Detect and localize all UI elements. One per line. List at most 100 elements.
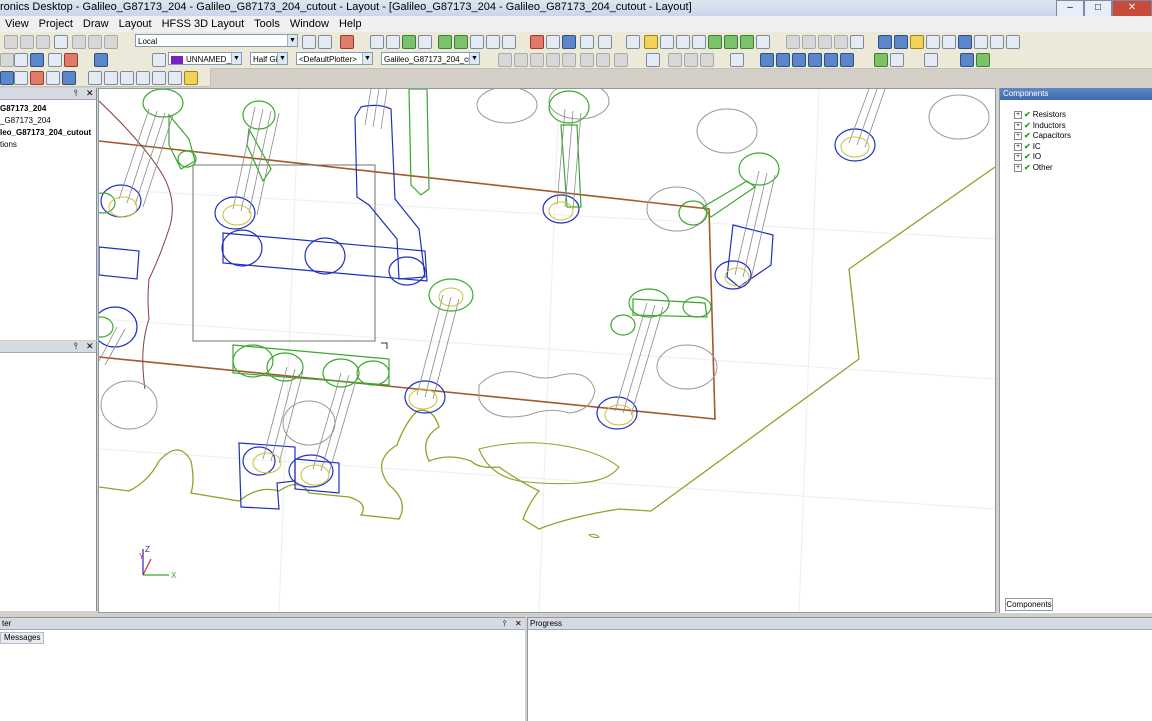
measure-icon[interactable] (340, 35, 354, 49)
net-highlight-icon[interactable] (30, 71, 44, 85)
redo-icon[interactable] (104, 35, 118, 49)
polygon-icon[interactable] (386, 35, 400, 49)
snap-icon[interactable] (94, 53, 108, 67)
intersect-icon[interactable] (614, 53, 628, 67)
paste-icon[interactable] (36, 35, 50, 49)
edit-icon[interactable] (418, 35, 432, 49)
via-place-icon[interactable] (0, 71, 14, 85)
menu-window[interactable]: Window (285, 16, 334, 32)
layer-select[interactable]: UNNAMED_0( ▼ (168, 52, 242, 65)
point-icon[interactable] (136, 71, 150, 85)
wave-icon[interactable] (62, 71, 76, 85)
component-capacitors[interactable]: + ✔ Capacitors (1014, 131, 1071, 140)
rotate-icon[interactable] (958, 35, 972, 49)
merge-icon[interactable] (684, 53, 698, 67)
expand-icon[interactable]: + (1014, 121, 1022, 130)
menu-project[interactable]: Project (34, 16, 78, 32)
tab-messages[interactable]: Messages (0, 632, 45, 644)
expand-icon[interactable]: + (1014, 131, 1022, 140)
text-icon[interactable] (840, 53, 854, 67)
cut-icon[interactable] (4, 35, 18, 49)
tab-components[interactable]: Components (1005, 598, 1053, 611)
component-place-icon[interactable] (184, 71, 198, 85)
square-icon[interactable] (104, 71, 118, 85)
plane-icon[interactable] (46, 71, 60, 85)
component-resistors[interactable]: + ✔ Resistors (1014, 110, 1066, 119)
maximize-icon[interactable]: □ (1084, 0, 1112, 17)
duplicate-icon[interactable] (546, 53, 560, 67)
line-tool-icon[interactable] (120, 71, 134, 85)
layer-list-icon[interactable] (152, 53, 166, 67)
line-icon[interactable] (740, 35, 754, 49)
excitation-icon[interactable] (502, 35, 516, 49)
fill-icon[interactable] (30, 53, 44, 67)
menu-help[interactable]: Help (334, 16, 367, 32)
run-icon[interactable] (976, 53, 990, 67)
tree-node-design[interactable]: _G87173_204 (0, 116, 51, 125)
setup-icon[interactable] (546, 35, 560, 49)
layer-visibility-icon[interactable] (64, 53, 78, 67)
menu-layout[interactable]: Layout (114, 16, 157, 32)
checkmark-icon[interactable]: ✔ (1024, 163, 1031, 172)
arc-icon[interactable] (724, 35, 738, 49)
checkmark-icon[interactable]: ✔ (1024, 110, 1031, 119)
plotter-select[interactable]: <DefaultPlotter> ▼ (296, 52, 373, 65)
layout-canvas[interactable]: Z Y X (98, 88, 996, 613)
copy-icon[interactable] (20, 35, 34, 49)
route-icon[interactable] (14, 71, 28, 85)
pointer-icon[interactable] (730, 53, 744, 67)
checkmark-icon[interactable]: ✔ (1024, 121, 1031, 130)
clip-icon[interactable] (700, 53, 714, 67)
menu-hfss-3d-layout[interactable]: HFSS 3D Layout (157, 16, 250, 32)
plot-icon[interactable] (598, 35, 612, 49)
net-icon[interactable] (470, 35, 484, 49)
unite-icon[interactable] (580, 53, 594, 67)
zoom-out-icon[interactable] (894, 35, 908, 49)
pin-icon[interactable]: ⫯ (503, 618, 506, 630)
menu-draw[interactable]: Draw (78, 16, 114, 32)
wire-icon[interactable] (660, 35, 674, 49)
close-icon[interactable]: ✕ (86, 88, 94, 99)
trace-icon[interactable] (692, 35, 706, 49)
rectangle-icon[interactable] (370, 35, 384, 49)
undo-icon[interactable] (88, 35, 102, 49)
component-io[interactable]: + ✔ IO (1014, 152, 1041, 161)
tree-node-project[interactable]: G87173_204 (0, 104, 46, 113)
split-icon[interactable] (646, 53, 660, 67)
validate-icon[interactable] (402, 35, 416, 49)
align-left-icon[interactable] (786, 35, 800, 49)
select-icon[interactable] (626, 35, 640, 49)
grid-select[interactable]: Half Gi ▼ (250, 52, 288, 65)
bondwire-icon[interactable] (792, 53, 806, 67)
port-icon[interactable] (486, 35, 500, 49)
zoom-area-icon[interactable] (910, 35, 924, 49)
analyze-icon[interactable] (530, 35, 544, 49)
ruler-icon[interactable] (890, 53, 904, 67)
view-icon[interactable] (1006, 35, 1020, 49)
array-icon[interactable] (562, 53, 576, 67)
pin-icon[interactable]: ⫯ (74, 88, 78, 99)
align-top-icon[interactable] (818, 35, 832, 49)
probe-icon[interactable] (874, 53, 888, 67)
hand-icon[interactable] (974, 35, 988, 49)
via-icon[interactable] (676, 35, 690, 49)
solderball-icon[interactable] (808, 53, 822, 67)
component-inductors[interactable]: + ✔ Inductors (1014, 121, 1066, 130)
menu-tools[interactable]: Tools (249, 16, 285, 32)
circle-icon[interactable] (708, 35, 722, 49)
checkmark-icon[interactable]: ✔ (1024, 142, 1031, 151)
cross-icon[interactable] (88, 71, 102, 85)
pan-icon[interactable] (644, 35, 658, 49)
gear-icon[interactable] (960, 53, 974, 67)
shape-icon[interactable] (756, 35, 770, 49)
zoom-selection-icon[interactable] (942, 35, 956, 49)
sweep-icon[interactable] (562, 35, 576, 49)
expand-icon[interactable]: + (1014, 152, 1022, 161)
print-icon[interactable] (54, 35, 68, 49)
align-bottom-icon[interactable] (834, 35, 848, 49)
checkmark-icon[interactable]: ✔ (1024, 131, 1031, 140)
pin-icon[interactable]: ⫯ (74, 341, 78, 352)
minimize-icon[interactable]: – (1056, 0, 1084, 17)
new-icon[interactable] (14, 53, 28, 67)
component-icon[interactable] (760, 53, 774, 67)
